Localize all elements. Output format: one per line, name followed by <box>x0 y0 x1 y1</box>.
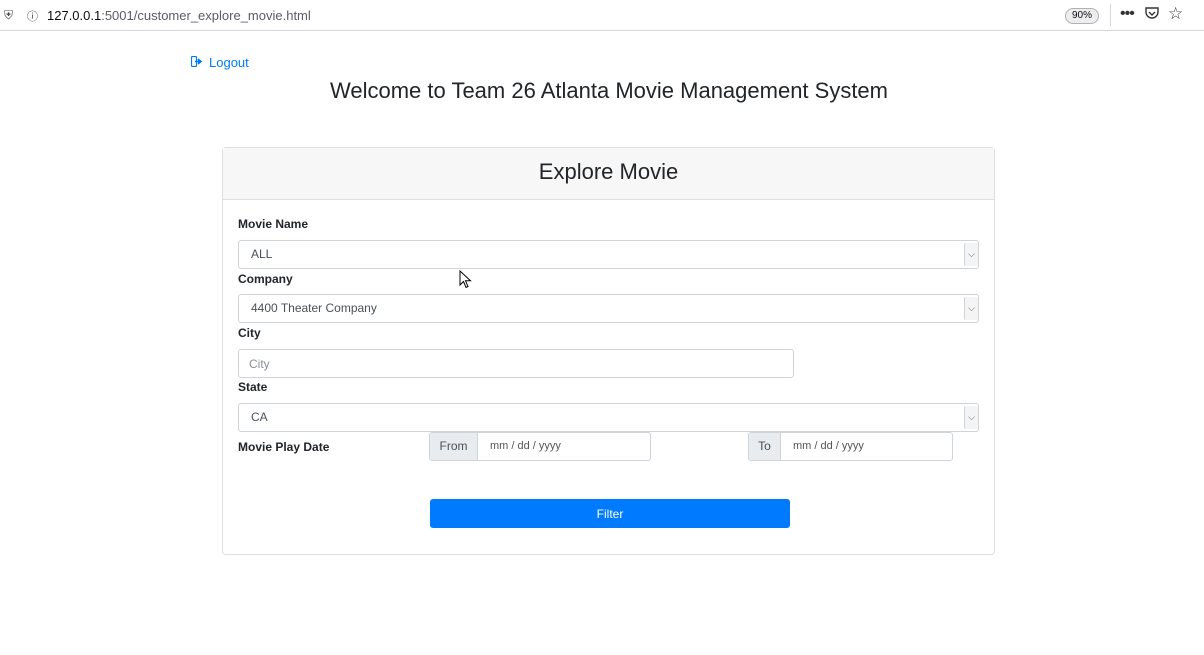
state-value: CA <box>251 410 268 424</box>
company-value: 4400 Theater Company <box>251 301 377 315</box>
logout-link[interactable]: Logout <box>190 55 249 70</box>
movie-name-label: Movie Name <box>238 217 309 231</box>
logout-label: Logout <box>209 55 249 70</box>
chevron-down-icon: ⌵ <box>964 243 978 266</box>
from-date-input[interactable]: mm / dd / yyyy <box>478 433 561 460</box>
filter-button[interactable]: Filter <box>430 499 790 528</box>
zoom-badge[interactable]: 90% <box>1065 8 1100 24</box>
card-title: Explore Movie <box>223 148 994 200</box>
city-label: City <box>238 326 261 340</box>
chevron-down-icon: ⌵ <box>964 297 978 320</box>
from-label: From <box>430 433 478 460</box>
shield-icon[interactable]: ⛨ <box>4 8 13 23</box>
chevron-down-icon: ⌵ <box>964 406 978 429</box>
to-date-input[interactable]: mm / dd / yyyy <box>781 433 864 460</box>
star-icon[interactable]: ☆ <box>1168 4 1183 24</box>
address-bar[interactable]: 127.0.0.1:5001/customer_explore_movie.ht… <box>47 8 311 23</box>
to-label: To <box>749 433 781 460</box>
to-date-group: To mm / dd / yyyy <box>748 432 953 461</box>
welcome-heading: Welcome to Team 26 Atlanta Movie Managem… <box>329 78 888 103</box>
play-date-label: Movie Play Date <box>238 440 330 454</box>
state-select[interactable]: CA ⌵ <box>238 403 979 432</box>
pocket-icon[interactable] <box>1145 6 1159 23</box>
from-date-group: From mm / dd / yyyy <box>429 432 651 461</box>
state-label: State <box>238 380 268 394</box>
browser-toolbar: ⛨ ⓘ 127.0.0.1:5001/customer_explore_movi… <box>0 0 1204 31</box>
mouse-cursor-icon <box>459 270 472 289</box>
company-select[interactable]: 4400 Theater Company ⌵ <box>238 294 979 323</box>
url-host: 127.0.0.1 <box>47 8 102 23</box>
url-path: :5001/customer_explore_movie.html <box>101 8 311 23</box>
movie-name-value: ALL <box>251 247 273 261</box>
explore-movie-card: Explore Movie Movie Name ALL ⌵ Company 4… <box>222 147 995 555</box>
city-input[interactable] <box>238 349 794 378</box>
company-label: Company <box>238 272 293 286</box>
movie-name-select[interactable]: ALL ⌵ <box>238 240 979 269</box>
info-icon[interactable]: ⓘ <box>27 8 38 24</box>
sign-out-icon <box>190 55 203 70</box>
toolbar-divider <box>1110 4 1111 26</box>
more-icon[interactable]: ••• <box>1120 5 1135 23</box>
